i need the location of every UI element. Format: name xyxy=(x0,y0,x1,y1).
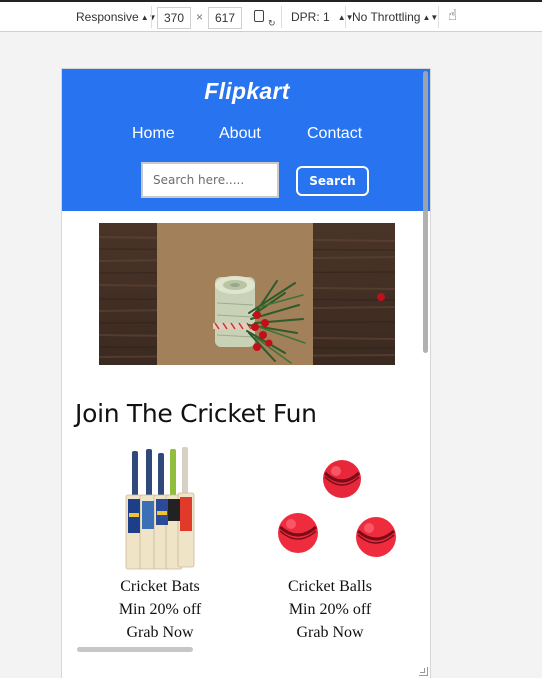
devtools-device-toolbar: Responsive▲▼ 370 × 617 ↻ DPR: 1▲▼ No Thr… xyxy=(0,0,542,32)
horizontal-scrollbar[interactable] xyxy=(77,647,193,652)
height-input[interactable]: 617 xyxy=(208,7,242,29)
nav-link-home[interactable]: Home xyxy=(132,125,175,143)
device-mode-label: Responsive xyxy=(76,10,139,24)
nav-link-about[interactable]: About xyxy=(219,125,261,143)
product-card-bats[interactable]: Cricket Bats Min 20% off Grab Now xyxy=(80,443,240,644)
throttling-dropdown[interactable]: No Throttling ▲▼ xyxy=(352,7,438,27)
cricket-bats-image xyxy=(125,447,195,570)
toolbar-divider xyxy=(281,6,282,28)
product-name: Cricket Bats xyxy=(120,578,200,595)
dimension-separator: × xyxy=(196,10,204,24)
dpr-label: DPR: 1 xyxy=(291,10,330,24)
section-title: Join The Cricket Fun xyxy=(75,399,317,428)
nav-link-contact[interactable]: Contact xyxy=(307,125,362,143)
toolbar-divider xyxy=(151,6,152,28)
throttling-label: No Throttling xyxy=(352,10,421,24)
site-logo[interactable]: Flipkart xyxy=(62,78,430,105)
dropdown-arrow-icon: ▲▼ xyxy=(422,13,439,22)
product-card-balls[interactable]: Cricket Balls Min 20% off Grab Now xyxy=(250,443,410,644)
site-header: Flipkart Home About Contact Search xyxy=(62,69,430,211)
product-offer: Min 20% off xyxy=(118,601,202,618)
product-offer: Min 20% off xyxy=(288,601,372,618)
cricket-balls-image xyxy=(278,460,396,557)
product-name: Cricket Balls xyxy=(288,578,372,595)
grab-now-link[interactable]: Grab Now xyxy=(250,621,410,644)
vertical-scrollbar[interactable] xyxy=(423,71,428,353)
device-viewport: Flipkart Home About Contact Search here.… xyxy=(61,68,431,678)
resize-handle-icon[interactable] xyxy=(419,667,428,676)
device-mode-dropdown[interactable]: Responsive ▲▼ xyxy=(76,7,157,27)
grab-now-link[interactable]: Grab Now xyxy=(80,621,240,644)
dropdown-arrow-icon: ▲▼ xyxy=(140,13,157,22)
rotate-button[interactable]: ↻ xyxy=(254,8,276,28)
search-button[interactable]: Search xyxy=(296,166,369,196)
touch-emulation-icon[interactable]: ☝ xyxy=(448,6,457,26)
width-input[interactable]: 370 xyxy=(157,7,191,29)
rotate-device-icon xyxy=(254,10,264,22)
banner-image xyxy=(99,223,395,365)
toolbar-divider xyxy=(438,6,439,28)
toolbar-divider xyxy=(345,6,346,28)
rotate-arrow-icon: ↻ xyxy=(268,18,276,28)
banner-photo xyxy=(99,223,395,365)
search-input[interactable] xyxy=(141,162,279,198)
